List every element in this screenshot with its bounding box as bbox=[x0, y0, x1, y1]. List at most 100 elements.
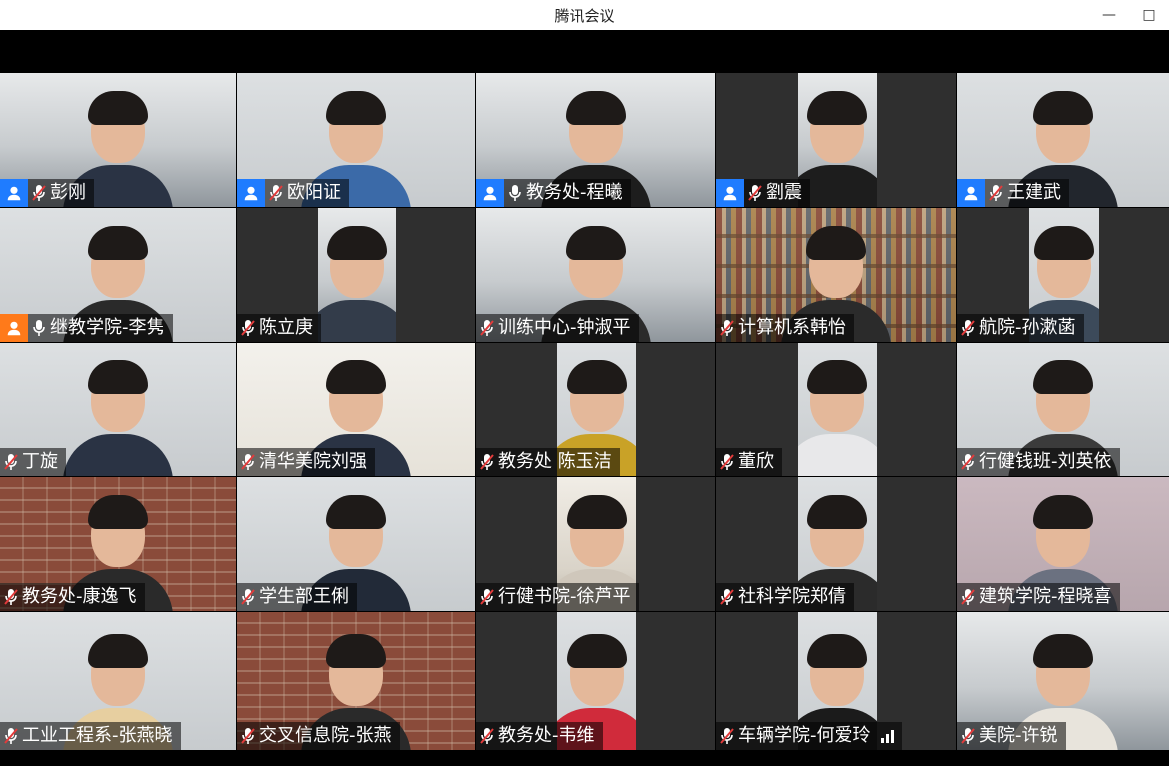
microphone-muted-icon bbox=[957, 314, 979, 342]
participant-tile[interactable]: 清华美院刘强 bbox=[237, 343, 475, 476]
participant-name: 董欣 bbox=[738, 451, 774, 472]
participant-tile[interactable]: 行健书院-徐芦平 bbox=[476, 477, 715, 611]
window-controls: — □ bbox=[1089, 0, 1169, 30]
participant-name-label: 董欣 bbox=[716, 448, 782, 476]
participant-name: 欧阳证 bbox=[287, 182, 341, 203]
participant-name-label: 学生部王俐 bbox=[237, 583, 357, 611]
participant-tile[interactable]: 计算机系韩怡 bbox=[716, 208, 956, 342]
signal-strength-icon bbox=[880, 729, 894, 743]
microphone-muted-icon bbox=[716, 314, 738, 342]
participant-name-label: 计算机系韩怡 bbox=[716, 314, 854, 342]
participant-name: 教务处 陈玉洁 bbox=[498, 451, 612, 472]
participant-name-label: 丁旋 bbox=[0, 448, 66, 476]
microphone-muted-icon bbox=[476, 448, 498, 476]
participant-tile[interactable]: 董欣 bbox=[716, 343, 956, 476]
participant-tile[interactable]: 美院-许锐 bbox=[957, 612, 1169, 750]
participant-name: 教务处-韦维 bbox=[498, 725, 595, 746]
microphone-muted-icon bbox=[716, 448, 738, 476]
participant-name-label: 欧阳证 bbox=[237, 179, 349, 207]
participant-name: 陈立庚 bbox=[259, 317, 313, 338]
microphone-icon bbox=[28, 314, 50, 342]
user-icon bbox=[0, 179, 28, 207]
user-icon bbox=[0, 314, 28, 342]
microphone-muted-icon bbox=[265, 179, 287, 207]
participant-name: 美院-许锐 bbox=[979, 725, 1058, 746]
participant-name-label: 车辆学院-何爱玲 bbox=[716, 722, 902, 750]
participant-name-label: 清华美院刘强 bbox=[237, 448, 375, 476]
microphone-muted-icon bbox=[957, 722, 979, 750]
participant-name: 丁旋 bbox=[22, 451, 58, 472]
participant-name-label: 社科学院郑倩 bbox=[716, 583, 854, 611]
participant-name-label: 工业工程系-张燕晓 bbox=[0, 722, 181, 750]
participant-name-label: 训练中心-钟淑平 bbox=[476, 314, 639, 342]
user-icon bbox=[476, 179, 504, 207]
microphone-muted-icon bbox=[476, 314, 498, 342]
microphone-muted-icon bbox=[716, 583, 738, 611]
participant-name-label: 教务处-程曦 bbox=[476, 179, 631, 207]
microphone-muted-icon bbox=[985, 179, 1007, 207]
participant-name-label: 行健书院-徐芦平 bbox=[476, 583, 639, 611]
participant-name: 社科学院郑倩 bbox=[738, 586, 846, 607]
participant-tile[interactable]: 教务处-康逸飞 bbox=[0, 477, 236, 611]
participant-tile[interactable]: 建筑学院-程晓喜 bbox=[957, 477, 1169, 611]
participant-tile[interactable]: 教务处 陈玉洁 bbox=[476, 343, 715, 476]
participant-tile[interactable]: 车辆学院-何爱玲 bbox=[716, 612, 956, 750]
title-bar: 腾讯会议 — □ bbox=[0, 0, 1169, 30]
participant-name-label: 陈立庚 bbox=[237, 314, 321, 342]
video-feed bbox=[797, 343, 877, 476]
participant-tile[interactable]: 航院-孙漱菡 bbox=[957, 208, 1169, 342]
microphone-muted-icon bbox=[28, 179, 50, 207]
video-feed bbox=[317, 208, 397, 342]
participant-tile[interactable]: 继教学院-李隽 bbox=[0, 208, 236, 342]
microphone-muted-icon bbox=[744, 179, 766, 207]
participant-name-label: 教务处-康逸飞 bbox=[0, 583, 145, 611]
participant-name: 行健书院-徐芦平 bbox=[498, 586, 631, 607]
participant-tile[interactable]: 丁旋 bbox=[0, 343, 236, 476]
video-grid: 彭刚 欧阳证 教务处-程曦 劉震 王建武继教学院-李隽 陈立庚 训练中心-钟淑平 计算机系韩怡… bbox=[0, 73, 1169, 750]
participant-name-label: 行健钱班-刘英依 bbox=[957, 448, 1120, 476]
microphone-muted-icon bbox=[0, 583, 22, 611]
participant-name-label: 王建武 bbox=[957, 179, 1069, 207]
participant-tile[interactable]: 行健钱班-刘英依 bbox=[957, 343, 1169, 476]
participant-tile[interactable]: 教务处-韦维 bbox=[476, 612, 715, 750]
participant-tile[interactable]: 彭刚 bbox=[0, 73, 236, 207]
participant-name: 清华美院刘强 bbox=[259, 451, 367, 472]
participant-name-label: 航院-孙漱菡 bbox=[957, 314, 1084, 342]
microphone-muted-icon bbox=[0, 448, 22, 476]
participant-name: 计算机系韩怡 bbox=[738, 317, 846, 338]
participant-tile[interactable]: 王建武 bbox=[957, 73, 1169, 207]
participant-name: 教务处-康逸飞 bbox=[22, 586, 137, 607]
participant-tile[interactable]: 劉震 bbox=[716, 73, 956, 207]
minimize-button[interactable]: — bbox=[1089, 0, 1129, 30]
participant-name: 工业工程系-张燕晓 bbox=[22, 725, 173, 746]
participant-name: 劉震 bbox=[766, 182, 802, 203]
participant-tile[interactable]: 训练中心-钟淑平 bbox=[476, 208, 715, 342]
participant-name-label: 继教学院-李隽 bbox=[0, 314, 173, 342]
participant-figure bbox=[317, 222, 397, 342]
participant-name-label: 教务处 陈玉洁 bbox=[476, 448, 620, 476]
participant-name: 彭刚 bbox=[50, 182, 86, 203]
participant-name-label: 建筑学院-程晓喜 bbox=[957, 583, 1120, 611]
microphone-muted-icon bbox=[957, 448, 979, 476]
participant-tile[interactable]: 交叉信息院-张燕 bbox=[237, 612, 475, 750]
participant-name: 航院-孙漱菡 bbox=[979, 317, 1076, 338]
maximize-button[interactable]: □ bbox=[1129, 0, 1169, 30]
participant-tile[interactable]: 学生部王俐 bbox=[237, 477, 475, 611]
participant-tile[interactable]: 教务处-程曦 bbox=[476, 73, 715, 207]
microphone-muted-icon bbox=[716, 722, 738, 750]
microphone-icon bbox=[504, 179, 526, 207]
participant-name: 教务处-程曦 bbox=[526, 182, 623, 203]
window-title: 腾讯会议 bbox=[554, 6, 615, 25]
participant-tile[interactable]: 欧阳证 bbox=[237, 73, 475, 207]
participant-name: 继教学院-李隽 bbox=[50, 317, 165, 338]
microphone-muted-icon bbox=[237, 314, 259, 342]
participant-tile[interactable]: 陈立庚 bbox=[237, 208, 475, 342]
participant-name: 车辆学院-何爱玲 bbox=[738, 725, 871, 746]
participant-tile[interactable]: 工业工程系-张燕晓 bbox=[0, 612, 236, 750]
microphone-muted-icon bbox=[237, 448, 259, 476]
participant-tile[interactable]: 社科学院郑倩 bbox=[716, 477, 956, 611]
participant-name-label: 彭刚 bbox=[0, 179, 94, 207]
participant-name: 训练中心-钟淑平 bbox=[498, 317, 631, 338]
participant-name-label: 美院-许锐 bbox=[957, 722, 1066, 750]
participant-figure bbox=[797, 356, 877, 476]
